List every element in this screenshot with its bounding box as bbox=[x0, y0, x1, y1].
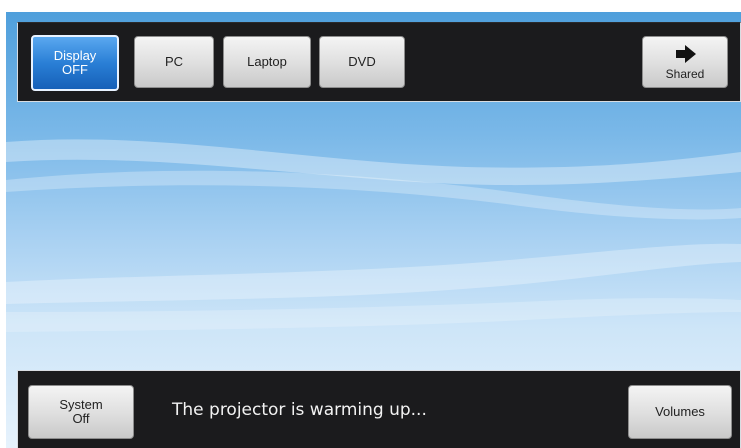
display-button-line2: OFF bbox=[62, 62, 88, 77]
bottom-bar: System Off The projector is warming up..… bbox=[17, 370, 741, 448]
arrow-right-icon bbox=[676, 45, 696, 63]
shared-label: Shared bbox=[665, 67, 705, 81]
display-button-line1: Display bbox=[53, 48, 97, 63]
volumes-button[interactable]: Volumes bbox=[628, 385, 732, 439]
control-panel-screen: Display OFF PC Laptop DVD Shared System … bbox=[6, 12, 741, 448]
source-laptop-label: Laptop bbox=[247, 54, 287, 69]
shared-button[interactable]: Shared bbox=[642, 36, 728, 88]
system-button-line2: Off bbox=[72, 411, 90, 426]
source-laptop-button[interactable]: Laptop bbox=[223, 36, 311, 88]
source-pc-label: PC bbox=[164, 54, 184, 69]
source-pc-button[interactable]: PC bbox=[134, 36, 214, 88]
system-off-button[interactable]: System Off bbox=[28, 385, 134, 439]
system-button-line1: System bbox=[59, 397, 103, 412]
status-message: The projector is warming up... bbox=[172, 400, 427, 420]
source-dvd-button[interactable]: DVD bbox=[319, 36, 405, 88]
display-off-button[interactable]: Display OFF bbox=[31, 35, 119, 91]
volumes-label: Volumes bbox=[655, 404, 705, 419]
source-dvd-label: DVD bbox=[348, 54, 376, 69]
top-bar: Display OFF PC Laptop DVD Shared bbox=[17, 22, 741, 102]
